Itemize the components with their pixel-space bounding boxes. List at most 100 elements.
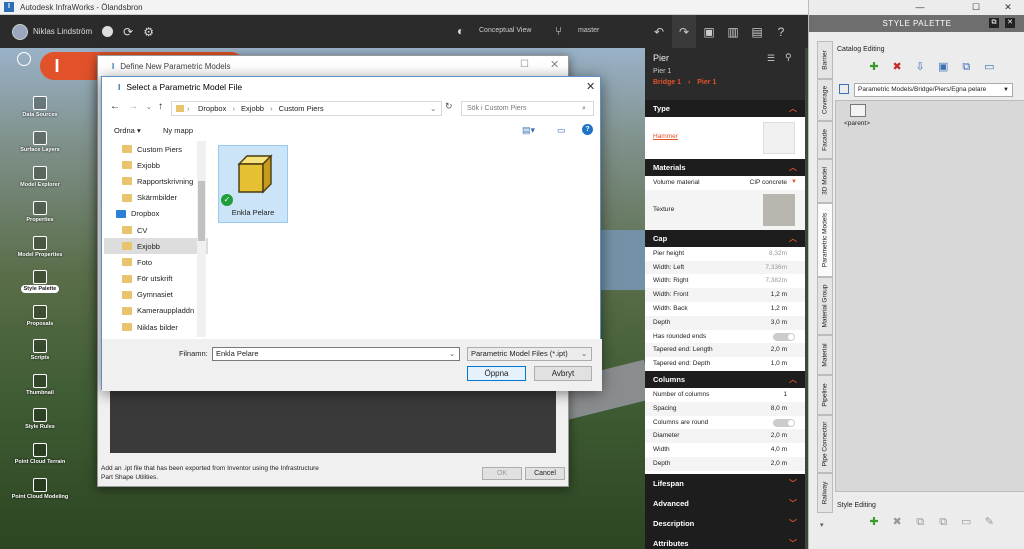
minimize-window-icon[interactable]: — [905, 0, 935, 15]
close-icon[interactable]: ✕ [1005, 18, 1015, 28]
tool-proposals[interactable]: Proposals [10, 305, 70, 327]
filename-dropdown-icon[interactable]: ⌄ [449, 348, 455, 360]
ok-button[interactable]: OK [482, 467, 522, 480]
tree-item[interactable]: Niklas bilder [104, 319, 208, 335]
view-mode-icon[interactable]: ◐ [457, 24, 464, 38]
concrete-texture-swatch[interactable] [763, 193, 795, 226]
tool-model-explorer[interactable]: Model Explorer [10, 166, 70, 188]
tree-item[interactable]: Custom Piers [104, 141, 208, 157]
property-row[interactable]: Tapered end: Length 2,0 m [645, 343, 805, 358]
home-icon[interactable] [17, 52, 31, 66]
tree-item[interactable]: Exjobb [104, 157, 208, 173]
delete-icon[interactable]: ✖ [891, 517, 903, 528]
catalog-type-icon[interactable] [839, 84, 849, 94]
refresh-icon[interactable]: ↻ [445, 101, 453, 112]
filetype-select[interactable]: Parametric Model Files (*.ipt) ⌄ [467, 347, 592, 361]
parent-folder-icon[interactable] [850, 104, 866, 117]
close-window-icon[interactable]: ✕ [993, 0, 1023, 15]
property-row[interactable]: Pier height 8,32m [645, 247, 805, 261]
type-link[interactable]: Hammer [653, 133, 678, 140]
pin-icon[interactable]: ⚲ [785, 52, 792, 63]
import-icon[interactable]: ⇩ [914, 62, 926, 73]
section-cap[interactable]: Cap ︿ [645, 229, 805, 247]
avatar[interactable] [12, 23, 28, 40]
property-row[interactable]: Columns are round [645, 416, 805, 430]
new-folder-button[interactable]: Ny mapp [163, 126, 193, 135]
tool-model-properties[interactable]: Model Properties [10, 236, 70, 258]
status-dot-icon[interactable] [102, 26, 114, 37]
filename-field[interactable]: Enkla Pelare ⌄ [212, 347, 460, 361]
maximize-icon[interactable]: ☐ [520, 59, 529, 70]
rename-icon[interactable]: ▭ [960, 517, 972, 528]
tree-item-dropbox[interactable]: Dropbox [104, 206, 208, 222]
breadcrumb-dropdown-icon[interactable]: ⌄ [430, 102, 436, 115]
organize-menu[interactable]: Ordna ▾ [114, 126, 141, 135]
tool-style-rules[interactable]: Style Rules [10, 408, 70, 430]
tab-facade[interactable]: Facade [817, 121, 833, 159]
tab-parametric-models[interactable]: Parametric Models [817, 203, 833, 277]
edit-icon[interactable]: ✎ [983, 517, 995, 528]
property-row[interactable]: Width 4,0 m [645, 443, 805, 457]
property-row[interactable]: Width: Back 1,2 m [645, 302, 805, 316]
file-item[interactable]: ✓ Enkla Pelare [218, 145, 288, 223]
tab-pipe-connector[interactable]: Pipe Connector [817, 415, 833, 473]
tool-point-cloud-terrain[interactable]: Point Cloud Terrain [10, 443, 70, 465]
view-mode-label[interactable]: Conceptual View [479, 27, 531, 34]
breadcrumb-item[interactable]: Exjobb [241, 104, 264, 113]
float-icon[interactable]: ⧉ [989, 18, 999, 28]
save-icon[interactable]: ▣ [697, 15, 721, 48]
catalog-path-select[interactable]: Parametric Models/Bridge/Piers/Egna pela… [854, 83, 1013, 97]
tree-scrollbar[interactable] [197, 141, 206, 337]
property-row[interactable]: Has rounded ends [645, 330, 805, 344]
maximize-window-icon[interactable]: ☐ [961, 0, 991, 15]
book-icon[interactable]: ▥ [721, 15, 745, 48]
tree-item[interactable]: Skärmbilder [104, 190, 208, 206]
property-row[interactable]: Depth 3,0 m [645, 315, 805, 330]
tool-data-sources[interactable]: Data Sources [10, 96, 70, 118]
breadcrumb-item[interactable]: Dropbox [198, 104, 226, 113]
tool-scripts[interactable]: Scripts [10, 339, 70, 361]
tab-material-group[interactable]: Material Group [817, 277, 833, 335]
section-advanced[interactable]: Advanced ﹀ [645, 493, 805, 514]
preview-pane-icon[interactable]: ▭ [557, 125, 566, 136]
copy-icon[interactable]: ⧉ [914, 517, 926, 528]
section-attributes[interactable]: Attributes ﹀ [645, 533, 805, 549]
tree-item[interactable]: Foto [104, 254, 208, 270]
tab-pipeline[interactable]: Pipeline [817, 375, 833, 415]
breadcrumb-item[interactable]: Custom Piers [279, 104, 324, 113]
property-row[interactable]: Depth 2,0 m [645, 456, 805, 471]
help-icon[interactable]: ? [582, 124, 593, 135]
tool-properties[interactable]: Properties [10, 201, 70, 223]
close-icon[interactable]: ✕ [550, 58, 559, 71]
back-arrow-icon[interactable]: ← [110, 101, 120, 112]
breadcrumb-item[interactable]: Bridge 1 [653, 79, 681, 86]
pier-thumbnail-icon[interactable] [763, 122, 795, 154]
breadcrumb[interactable]: › Dropbox › Exjobb › Custom Piers ⌄ [171, 101, 442, 116]
sync-icon[interactable]: ⟳ [123, 25, 133, 39]
path-dropdown-icon[interactable]: ▼ [1003, 84, 1009, 96]
tool-style-palette[interactable]: Style Palette [10, 270, 70, 293]
user-name[interactable]: Niklas Lindström [33, 27, 92, 36]
tab-coverage[interactable]: Coverage [817, 79, 833, 121]
property-row[interactable]: Diameter 2,0 m [645, 429, 805, 444]
property-row[interactable]: Tapered end: Depth 1,0 m [645, 357, 805, 371]
duplicate-icon[interactable]: ⧉ [937, 517, 949, 528]
cancel-button[interactable]: Avbryt [534, 366, 592, 381]
parent-folder-label[interactable]: <parent> [844, 120, 870, 127]
add-icon[interactable]: ✚ [868, 62, 880, 73]
forward-arrow-icon[interactable]: → [128, 101, 138, 112]
tree-item[interactable]: Rapportskrivning [104, 173, 208, 189]
property-row[interactable]: Volume material CIP concrete ▼ [645, 176, 805, 190]
save-icon[interactable]: ▣ [937, 62, 949, 73]
filetype-dropdown-icon[interactable]: ⌄ [581, 348, 587, 360]
property-row[interactable]: Width: Front 1,2 m [645, 288, 805, 302]
toggle-switch[interactable] [773, 418, 795, 427]
up-arrow-icon[interactable]: ↑ [158, 101, 163, 112]
help-icon[interactable]: ? [769, 15, 793, 48]
redo-icon[interactable]: ↷ [672, 15, 696, 48]
toggle-switch[interactable] [773, 332, 795, 341]
scrollbar-thumb[interactable] [198, 181, 205, 241]
menu-icon[interactable]: ☰ [767, 53, 775, 64]
section-materials[interactable]: Materials ︿ [645, 159, 805, 176]
property-row[interactable]: Spacing 8,0 m [645, 401, 805, 416]
